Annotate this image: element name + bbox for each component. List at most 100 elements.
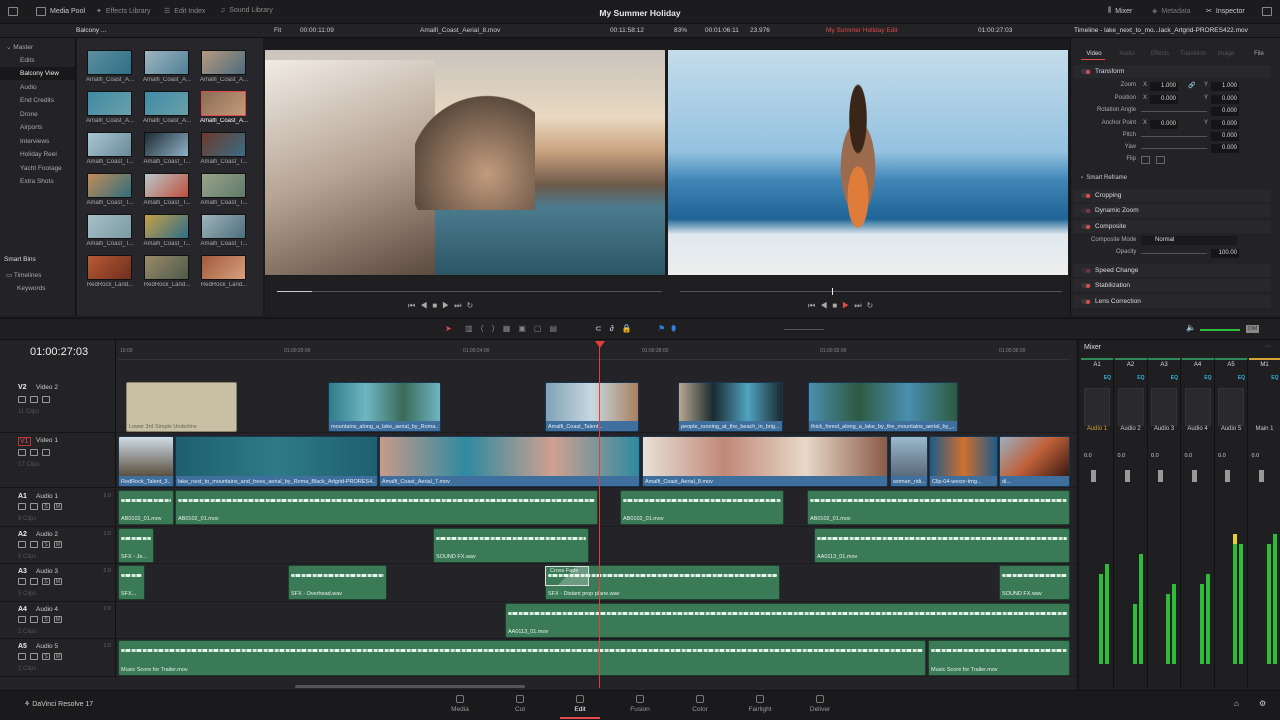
solo-button[interactable]: S — [42, 653, 50, 660]
mixer-options-icon[interactable]: ··· — [1264, 343, 1271, 350]
bin-item[interactable]: Yacht Footage — [20, 165, 62, 172]
inspector-tab-video[interactable]: Video — [1079, 42, 1109, 57]
fader-handle[interactable] — [1124, 470, 1130, 482]
video-clip[interactable]: Clip-04-wexor-tmg... — [929, 436, 998, 487]
clip-thumbnail[interactable] — [144, 173, 189, 198]
flip-horizontal-button[interactable] — [1141, 156, 1150, 164]
bin-item[interactable]: Audio — [20, 84, 37, 91]
audio-clip[interactable]: SFX - Overhead.wav — [288, 565, 387, 600]
clip-thumbnail[interactable] — [144, 91, 189, 116]
playhead[interactable] — [599, 342, 600, 688]
zoom-y-field[interactable]: 1.000 — [1211, 82, 1239, 91]
auto-select-icon[interactable] — [30, 578, 38, 585]
composite-mode-dropdown[interactable]: Normal — [1141, 236, 1237, 245]
bin-item-selected[interactable]: Balcony View — [20, 70, 59, 77]
opacity-field[interactable]: 100.00 — [1211, 249, 1239, 258]
clip-thumbnail[interactable] — [87, 132, 132, 157]
inspector-tab-effects[interactable]: Effects — [1145, 42, 1175, 57]
fader-handle[interactable] — [1191, 470, 1197, 482]
timeline-transport-controls[interactable]: ⏮◀■▶⏭↻ — [808, 301, 878, 311]
timeline-scrubber-handle[interactable] — [832, 288, 833, 295]
pitch-field[interactable]: 0.000 — [1211, 132, 1239, 141]
page-tab-fairlight[interactable]: Fairlight — [740, 695, 780, 713]
audio-clip[interactable]: SOUND FX.wav — [999, 565, 1070, 600]
video-clip[interactable]: Amalfi_Coast_Aerial_7.mov — [379, 436, 640, 487]
eq-button[interactable]: EQ — [1115, 375, 1144, 381]
video-clip[interactable]: di... — [999, 436, 1070, 487]
lens-correction-section[interactable]: Lens Correction — [1073, 295, 1271, 308]
track-header-a5[interactable]: A5 Audio 5 2.0 S M 2 Clips — [0, 639, 116, 677]
track-header-a1[interactable]: A1 Audio 1 2.0 S M 8 Clips — [0, 489, 116, 527]
home-icon[interactable]: ⌂ — [1234, 699, 1239, 708]
position-y-field[interactable]: 0.000 — [1211, 95, 1239, 104]
mute-button[interactable]: M — [54, 541, 62, 548]
audio-clip[interactable]: AA0113_01.mov — [505, 603, 1070, 638]
lock-icon[interactable] — [18, 616, 26, 623]
dim-button[interactable]: DIM — [1246, 325, 1260, 333]
bin-item[interactable]: Airports — [20, 124, 42, 131]
solo-button[interactable]: S — [42, 541, 50, 548]
audio-clip[interactable]: AB0102_01.mov — [620, 490, 784, 525]
clip-thumbnail[interactable] — [144, 214, 189, 239]
fader-handle[interactable] — [1258, 470, 1264, 482]
bin-selector[interactable]: Balcony ... — [76, 27, 106, 34]
source-scrubber[interactable] — [277, 291, 662, 292]
rotation-slider[interactable] — [1141, 111, 1207, 112]
yaw-slider[interactable] — [1141, 148, 1207, 149]
solo-button[interactable]: S — [42, 503, 50, 510]
pan-control[interactable] — [1117, 388, 1144, 426]
audio-clip[interactable]: AB0102_01.mov — [807, 490, 1070, 525]
audio-clip[interactable]: Music Score for Trailer.mov — [118, 640, 926, 676]
inspector-tab-audio[interactable]: Audio — [1112, 42, 1142, 57]
clip-thumbnail[interactable] — [87, 50, 132, 75]
lock-icon[interactable] — [18, 396, 26, 403]
pan-control[interactable] — [1218, 388, 1244, 426]
clip-thumbnail[interactable] — [201, 91, 246, 116]
smart-reframe-section[interactable]: › Smart Reframe — [1081, 175, 1280, 181]
eq-button[interactable]: EQ — [1081, 375, 1111, 381]
track-header-a3[interactable]: A3 Audio 3 2.0 S M 5 Clips — [0, 564, 116, 602]
audio-clip[interactable]: SFX - Je... — [118, 528, 154, 563]
bin-item[interactable]: Extra Shots — [20, 178, 54, 185]
clip-thumbnail[interactable] — [87, 255, 132, 280]
smart-bin-keywords[interactable]: Keywords — [17, 285, 46, 292]
auto-select-icon[interactable] — [30, 503, 38, 510]
rotation-field[interactable]: 0.000 — [1211, 107, 1239, 116]
video-clip[interactable]: lake_next_to_mountains_and_trees_aerial_… — [175, 436, 378, 487]
bin-item[interactable]: Interviews — [20, 138, 49, 145]
solo-button[interactable]: S — [42, 616, 50, 623]
timeline-scrollbar[interactable] — [295, 685, 525, 688]
clip-thumbnail[interactable] — [201, 50, 246, 75]
mixer-button[interactable]: ⫼ Mixer — [1108, 7, 1132, 15]
eq-button[interactable]: EQ — [1148, 375, 1178, 381]
link-icon[interactable]: 🔗 — [1188, 82, 1195, 89]
bin-item[interactable]: Holiday Reel — [20, 151, 57, 158]
fader-handle[interactable] — [1091, 470, 1096, 482]
clip-thumbnail[interactable] — [87, 91, 132, 116]
pan-control[interactable] — [1184, 388, 1211, 426]
mute-button[interactable]: M — [54, 578, 62, 585]
page-tab-cut[interactable]: Cut — [500, 695, 540, 713]
inspector-tab-transition[interactable]: Transition — [1178, 42, 1208, 57]
dynamic-zoom-section[interactable]: Dynamic Zoom — [1073, 204, 1271, 217]
timeline-ruler[interactable]: 16:00 01:00:20:00 01:00:24:00 01:00:28:00 01… — [118, 340, 1070, 360]
inspector-tab-image[interactable]: Image — [1211, 42, 1241, 57]
eq-button[interactable]: EQ — [1249, 375, 1278, 381]
anchor-y-field[interactable]: 0.000 — [1211, 120, 1239, 129]
video-clip[interactable]: thick_forest_along_a_lake_by_the_mountai… — [808, 382, 958, 432]
pan-control[interactable] — [1084, 388, 1110, 426]
smart-bin-timelines[interactable]: ▭ Timelines — [6, 271, 41, 279]
flip-vertical-button[interactable] — [1156, 156, 1165, 164]
auto-select-icon[interactable] — [30, 449, 38, 456]
page-tab-edit[interactable]: Edit — [560, 695, 600, 719]
cropping-section[interactable]: Cropping — [1073, 189, 1271, 202]
solo-button[interactable]: S — [42, 578, 50, 585]
track-header-v1[interactable]: V1 Video 1 17 Clips — [0, 433, 116, 488]
video-clip[interactable]: Lower 3rd Simple Underline — [126, 382, 237, 432]
lock-icon[interactable] — [18, 541, 26, 548]
yaw-field[interactable]: 0.000 — [1211, 144, 1239, 153]
page-tab-fusion[interactable]: Fusion — [620, 695, 660, 713]
lock-icon[interactable] — [18, 653, 26, 660]
speed-change-section[interactable]: Speed Change — [1073, 264, 1271, 277]
audio-clip[interactable]: SFX... — [118, 565, 145, 600]
